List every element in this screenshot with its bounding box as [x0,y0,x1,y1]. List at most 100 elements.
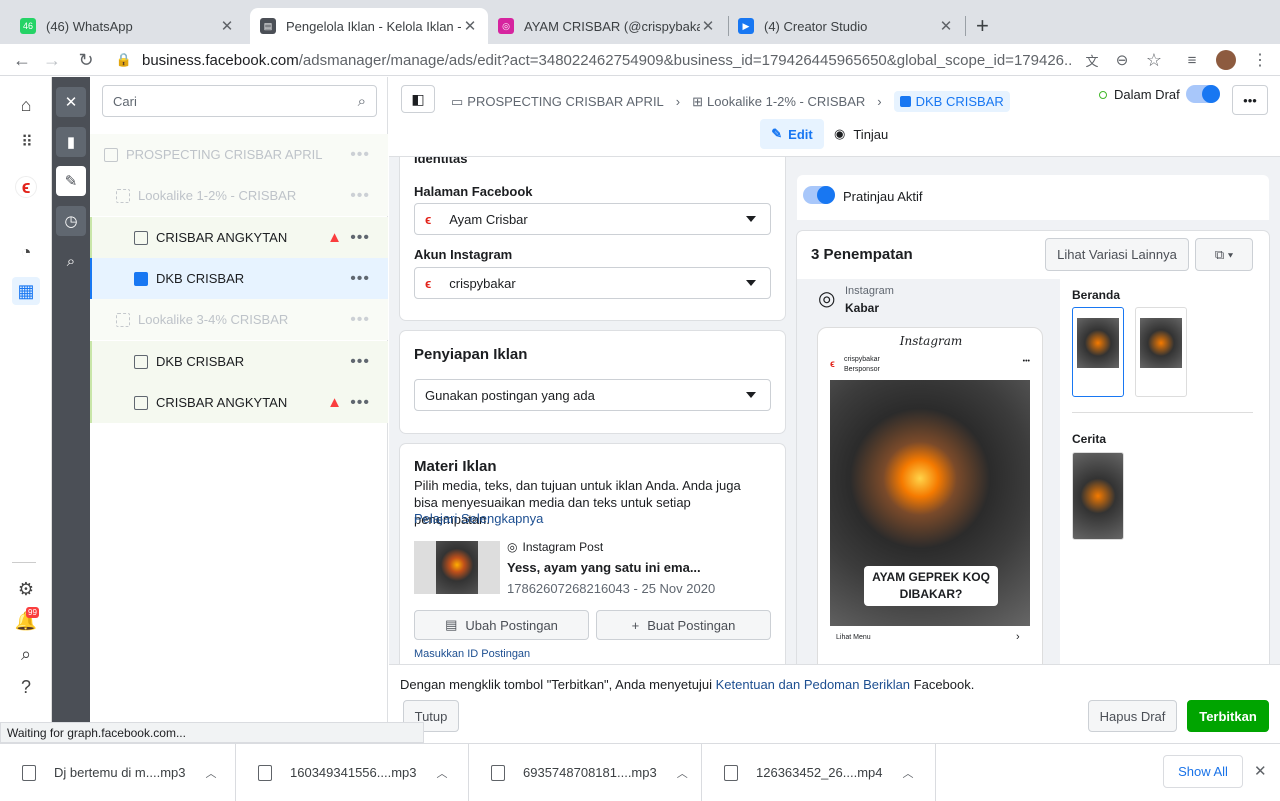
story-thumb[interactable] [1072,452,1124,540]
close-downloads-icon[interactable]: ✕ [1254,762,1267,780]
enter-post-id-link[interactable]: Masukkan ID Postingan [414,648,530,660]
post-thumbnail [414,541,500,594]
close-tab-icon[interactable]: ✕ [938,17,954,35]
setup-select[interactable]: Gunakan postingan yang ada [414,379,771,411]
tree-search-input[interactable]: Cari ⌕ [102,85,377,117]
profile-avatar[interactable] [1214,48,1238,72]
close-tab-icon[interactable]: ✕ [700,17,716,35]
edit-post-button[interactable]: ▤ Ubah Postingan [414,610,589,640]
download-item[interactable]: 6935748708181....mp3 ︿ [469,744,702,801]
crumb-campaign[interactable]: PROSPECTING CRISBAR APRIL [467,94,664,109]
tree-row[interactable]: DKB CRISBAR ••• [90,258,388,299]
help-icon[interactable]: ? [12,673,40,701]
tab-ads-manager[interactable]: ▤ Pengelola Iklan - Kelola Iklan - ✕ [250,8,488,44]
notice-text: Dengan mengklik tombol "Terbitkan", Anda… [400,677,716,692]
translate-icon[interactable]: 文 [1080,48,1104,72]
ad-selected-icon [134,271,148,286]
media-control-icon[interactable]: ≡ [1180,48,1204,72]
ads-table-icon[interactable]: ▦ [12,277,40,305]
download-item[interactable]: 160349341556....mp3 ︿ [236,744,469,801]
cta-label[interactable]: Lihat Menu [836,634,871,641]
notice-text-end: Facebook. [910,677,975,692]
fb-page-select[interactable]: ϵ Ayam Crisbar [414,203,771,235]
row-menu-icon[interactable]: ••• [350,311,370,329]
performance-gauge-icon[interactable]: ◔ [12,238,40,266]
learn-more-link[interactable]: Pelajari Selengkapnya [414,511,543,526]
terms-link[interactable]: Ketentuan dan Pedoman Beriklan [716,677,910,692]
post-sponsored: Bersponsor [844,366,880,373]
browser-menu-icon[interactable]: ⋮ [1248,48,1272,72]
review-tab[interactable]: ◉ Tinjau [834,119,888,149]
whatsapp-icon: 46 [20,18,36,34]
tab-instagram[interactable]: ◎ AYAM CRISBAR (@crispybakar) ✕ [488,8,726,44]
setup-value: Gunakan postingan yang ada [425,387,595,403]
tree-row[interactable]: DKB CRISBAR ••• [90,341,388,382]
search-placeholder: Cari [113,93,137,109]
edit-post-label: Ubah Postingan [465,617,558,633]
feed-thumb-2[interactable] [1135,307,1187,397]
tab-whatsapp[interactable]: 46 (46) WhatsApp ✕ [10,8,245,44]
reload-button[interactable]: ↻ [74,48,98,72]
back-button[interactable]: ← [10,48,34,72]
edit-pencil-icon[interactable]: ✎ [56,166,86,196]
tree-row[interactable]: CRISBAR ANGKYTAN ▲ ••• [90,382,388,423]
feed-thumb-1[interactable] [1072,307,1124,397]
create-post-button[interactable]: + Buat Postingan [596,610,771,640]
tree-row[interactable]: Lookalike 3-4% CRISBAR ••• [90,299,388,340]
row-menu-icon[interactable]: ••• [350,394,370,412]
history-clock-icon[interactable]: ◷ [56,206,86,236]
editor-body: Identitas Halaman Facebook ϵ Ayam Crisbar… [389,157,1280,664]
forward-button[interactable]: → [40,48,64,72]
notifications-bell-icon[interactable]: 🔔 99 [12,607,40,635]
row-menu-icon[interactable]: ••• [350,353,370,371]
close-tab-icon[interactable]: ✕ [219,17,235,35]
tree-row[interactable]: PROSPECTING CRISBAR APRIL ••• [90,134,388,175]
chart-icon[interactable]: ▮ [56,127,86,157]
tree-row[interactable]: CRISBAR ANGKYTAN ▲ ••• [90,217,388,258]
more-variants-button[interactable]: Lihat Variasi Lainnya [1045,238,1189,271]
close-editor-icon[interactable]: ✕ [56,87,86,117]
preview-toggle[interactable] [803,186,835,204]
delete-draft-button[interactable]: Hapus Draf [1088,700,1177,732]
lock-icon[interactable]: 🔒 [112,48,136,72]
download-item[interactable]: Dj bertemu di m....mp3 ︿ [0,744,236,801]
chevron-up-icon[interactable]: ︿ [206,765,217,781]
edit-tab[interactable]: ✎ Edit [760,119,824,149]
chevron-up-icon[interactable]: ︿ [437,765,448,781]
page-avatar[interactable]: ϵ [12,173,40,201]
tab-creator-studio[interactable]: ▶ (4) Creator Studio ✕ [728,8,964,44]
open-preview-button[interactable]: ⧉ ▾ [1195,238,1253,271]
ad-on-off-toggle[interactable] [1186,85,1220,103]
toggle-panel-icon[interactable]: ◧ [401,85,435,113]
home-icon[interactable]: ⌂ [12,91,40,119]
tree-row[interactable]: Lookalike 1-2% - CRISBAR ••• [90,175,388,216]
status-label: Dalam Draf [1114,87,1180,102]
instagram-icon: ◎ [507,540,518,554]
row-menu-icon[interactable]: ••• [350,270,370,288]
publish-button[interactable]: Terbitkan [1187,700,1269,732]
inspect-icon[interactable]: ⌕ [56,246,86,276]
row-menu-icon[interactable]: ••• [350,187,370,205]
zoom-icon[interactable]: ⊖ [1110,48,1134,72]
warning-icon[interactable]: ▲ [327,229,342,246]
chevron-up-icon[interactable]: ︿ [903,765,914,781]
ig-account-select[interactable]: ϵ crispybakar [414,267,771,299]
show-all-button[interactable]: Show All [1163,755,1243,788]
apps-grid-icon[interactable]: ⠿ [12,128,40,156]
crumb-ad[interactable]: DKB CRISBAR [893,91,1010,112]
settings-gear-icon[interactable]: ⚙ [12,575,40,603]
tree-row-label: Lookalike 3-4% CRISBAR [138,312,289,327]
new-tab-button[interactable]: + [976,13,989,39]
url-input[interactable]: business.facebook.com/adsmanager/manage/… [142,46,1072,74]
row-menu-icon[interactable]: ••• [350,229,370,247]
crumb-adset[interactable]: Lookalike 1-2% - CRISBAR [707,94,865,109]
warning-icon[interactable]: ▲ [327,394,342,411]
chevron-up-icon[interactable]: ︿ [677,765,688,781]
download-item[interactable]: 126363452_26....mp4 ︿ [702,744,936,801]
more-options-button[interactable]: ••• [1232,85,1268,115]
bookmark-star-icon[interactable]: ☆ [1142,48,1166,72]
row-menu-icon[interactable]: ••• [350,146,370,164]
search-icon[interactable]: ⌕ [12,640,40,668]
close-tab-icon[interactable]: ✕ [462,17,478,35]
url-path: /adsmanager/manage/ads/edit?act=34802246… [298,51,1072,69]
